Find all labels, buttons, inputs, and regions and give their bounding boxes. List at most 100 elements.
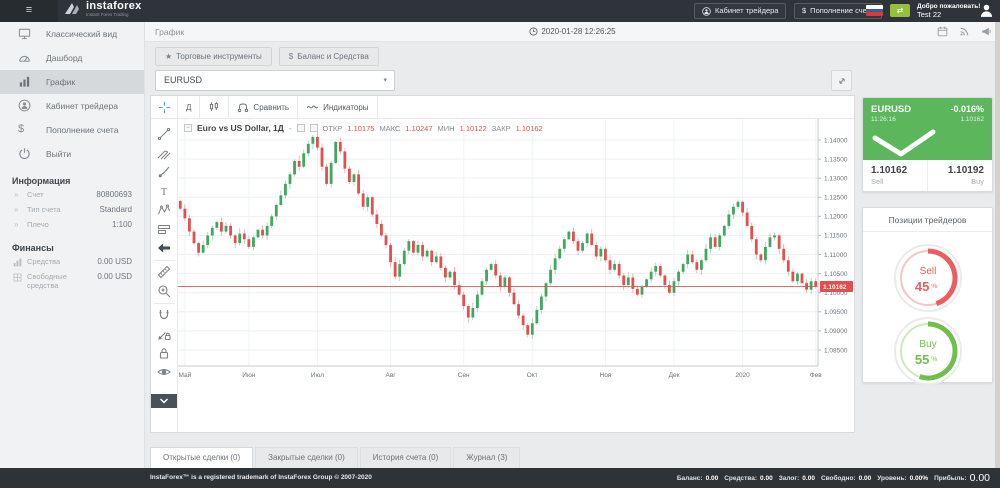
- text-tool-icon[interactable]: T: [157, 184, 171, 198]
- svg-text:1.12500: 1.12500: [824, 195, 848, 202]
- wave-icon: [306, 101, 319, 113]
- svg-text:1.12000: 1.12000: [824, 214, 848, 221]
- account-type: Standard: [100, 205, 132, 214]
- info-section-title: Информация: [12, 176, 132, 186]
- sidebar-item-deposit[interactable]: $ Пополнение счета: [0, 118, 144, 142]
- quote-change: -0.016%: [950, 104, 984, 115]
- cursor-arrow-icon[interactable]: [157, 241, 171, 255]
- svg-text:Авг: Авг: [385, 372, 396, 379]
- welcome-text: Добро пожаловать!: [917, 3, 980, 10]
- ruler-tool-icon[interactable]: [157, 265, 171, 279]
- quote-price: 1.10162: [961, 116, 985, 123]
- sidebar: Классический вид Дашборд График Кабинет …: [0, 22, 145, 468]
- sell-percentage-gauge[interactable]: Sell45%: [892, 242, 964, 314]
- tab-closed-trades[interactable]: Закрытые сделки (0): [255, 447, 358, 468]
- chevron-down-icon: ▾: [383, 71, 387, 90]
- svg-text:Май: Май: [178, 371, 191, 379]
- mini-chart-icon: [13, 258, 22, 267]
- fullscreen-button[interactable]: [831, 70, 852, 91]
- sidebar-item-trader-cabinet[interactable]: Кабинет трейдера: [0, 94, 144, 118]
- tab-journal[interactable]: Журнал (3): [453, 447, 520, 468]
- scrollbar[interactable]: [995, 22, 1000, 468]
- sidebar-item-chart[interactable]: График: [0, 70, 144, 94]
- quote-time: 11:26:16: [871, 116, 896, 123]
- legend-toggle-button[interactable]: [297, 124, 305, 132]
- menu-toggle-button[interactable]: ≡: [0, 0, 58, 22]
- sell-quote-button[interactable]: 1.10162 Sell: [863, 160, 927, 192]
- chart-legend: − Euro vs US Dollar, 1Д - ОТКР1.10175 МА…: [184, 123, 543, 133]
- symbol-select[interactable]: EURUSD ▾: [155, 70, 395, 91]
- svg-text:Buy: Buy: [919, 339, 936, 350]
- sidebar-item-dashboard[interactable]: Дашборд: [0, 46, 144, 70]
- pattern-tool-icon[interactable]: [157, 203, 171, 217]
- svg-text:Sell: Sell: [920, 266, 937, 277]
- sidebar-item-logout[interactable]: Выйти: [0, 142, 144, 166]
- brand-logo[interactable]: instaforex Instant Forex Trading: [64, 1, 142, 17]
- language-flag-russian[interactable]: [866, 5, 883, 16]
- rss-icon[interactable]: [959, 26, 970, 37]
- chart-plot-area[interactable]: МайИюнИюлАвгСенОктНояДек2020Фев1.140001.…: [178, 119, 854, 432]
- chevron-right-icon: »: [14, 205, 18, 214]
- margin-value: 0.00: [802, 475, 815, 482]
- instaforex-logo-icon: [64, 1, 81, 17]
- clock-icon: [529, 27, 538, 36]
- finance-row-equity: Средства 0.00 USD: [0, 255, 144, 270]
- chart-style-button[interactable]: [200, 96, 229, 118]
- svg-text:T: T: [161, 186, 168, 198]
- equity-value: 0.00: [760, 475, 773, 482]
- candlestick-icon: [208, 101, 220, 113]
- trading-instruments-button[interactable]: ★ Торговые инструменты: [155, 47, 272, 66]
- quote-card-eurusd[interactable]: EURUSD -0.016% 11:26:16 1.10162 1.10162 …: [862, 97, 993, 192]
- legend-toggle-button[interactable]: [310, 124, 318, 132]
- pitchfork-tool-icon[interactable]: [157, 146, 171, 160]
- indicators-button[interactable]: Индикаторы: [298, 96, 377, 118]
- page-header: График 2020-01-28 12:26:25: [145, 22, 1000, 42]
- svg-text:1.10500: 1.10500: [824, 271, 848, 278]
- brush-tool-icon[interactable]: [157, 165, 171, 179]
- trademark-text: InstaForex™ is a registered trademark of…: [150, 474, 372, 481]
- monitor-icon: [18, 27, 31, 40]
- collapse-toolbar-button[interactable]: [151, 394, 177, 408]
- eye-tool-icon[interactable]: [157, 365, 171, 379]
- zoom-in-tool-icon[interactable]: [157, 284, 171, 298]
- drawing-lock-tool-icon[interactable]: [157, 327, 171, 341]
- grid-icon: [13, 273, 22, 282]
- calendar-icon[interactable]: [937, 26, 948, 37]
- welcome-block: Добро пожаловать! Test 22: [917, 3, 980, 19]
- lock-tool-icon[interactable]: [157, 346, 171, 360]
- crosshair-tool-button[interactable]: [151, 96, 178, 118]
- buy-quote-button[interactable]: 1.10192 Buy: [927, 160, 992, 192]
- sidebar-item-classic-view[interactable]: Классический вид: [0, 22, 144, 46]
- finance-section-title: Финансы: [12, 243, 132, 253]
- svg-text:Сен: Сен: [458, 372, 470, 379]
- level-value: 0.00%: [910, 475, 928, 482]
- tab-open-trades[interactable]: Открытые сделки (0): [150, 447, 253, 468]
- legend-collapse-button[interactable]: −: [184, 124, 192, 132]
- exchange-arrows-icon: ⇄: [897, 6, 904, 15]
- compare-button[interactable]: Сравнить: [229, 96, 298, 118]
- balance-funds-button[interactable]: $ Баланс и Средства: [279, 47, 379, 66]
- timeframe-button[interactable]: Д: [178, 96, 200, 118]
- user-avatar-icon[interactable]: [979, 3, 994, 18]
- forecast-tool-icon[interactable]: [157, 222, 171, 236]
- svg-text:Июл: Июл: [311, 372, 324, 379]
- tab-account-history[interactable]: История счета (0): [360, 447, 452, 468]
- svg-text:1.11000: 1.11000: [824, 252, 847, 259]
- person-circle-icon: [702, 7, 711, 16]
- magnet-tool-icon[interactable]: [157, 308, 171, 322]
- chart-title: Euro vs US Dollar, 1Д: [197, 123, 284, 133]
- trader-cabinet-button[interactable]: Кабинет трейдера: [694, 3, 786, 19]
- compare-icon: [237, 101, 249, 113]
- megaphone-icon[interactable]: [981, 26, 992, 37]
- bar-chart-icon: [18, 75, 31, 88]
- candlestick-chart[interactable]: МайИюнИюлАвгСенОктНояДек2020Фев1.140001.…: [178, 119, 854, 381]
- toolbar-separator: [154, 260, 175, 261]
- svg-text:1.11500: 1.11500: [824, 233, 847, 240]
- exchange-button[interactable]: ⇄: [890, 4, 910, 17]
- drawing-tool-strip: T: [151, 119, 178, 432]
- account-number: 80800693: [96, 190, 132, 199]
- equity-value: 0.00 USD: [97, 257, 132, 266]
- buy-percentage-gauge[interactable]: Buy55%: [892, 315, 964, 387]
- trendline-tool-icon[interactable]: [157, 127, 171, 141]
- leverage-value: 1:100: [112, 220, 132, 229]
